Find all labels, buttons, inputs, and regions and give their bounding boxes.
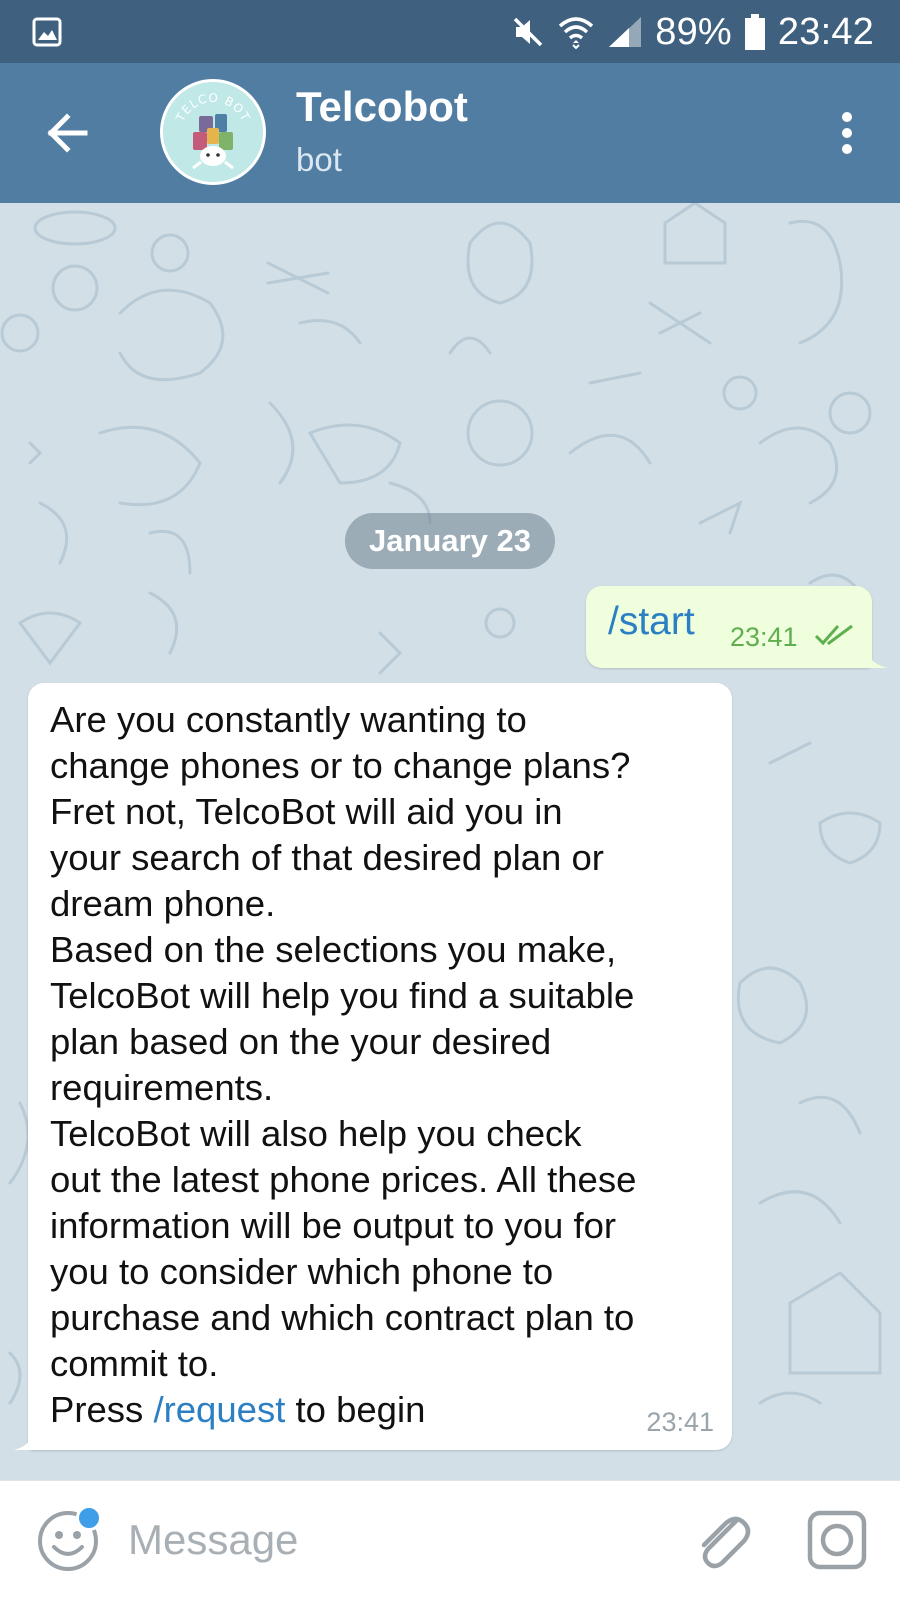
message-composer <box>0 1480 900 1601</box>
outgoing-message-text: /start <box>608 600 695 643</box>
more-options-button[interactable] <box>832 105 862 161</box>
message-input[interactable] <box>128 1507 648 1573</box>
message-line: requirements. <box>50 1067 274 1108</box>
message-line: plan based on the your desired <box>50 1021 552 1062</box>
status-indicators: 89% 23:42 <box>511 8 874 56</box>
back-arrow-icon <box>47 113 88 153</box>
date-separator: January 23 <box>345 513 555 569</box>
message-line: dream phone. <box>50 883 276 924</box>
emoji-badge <box>76 1505 102 1531</box>
message-line: out the latest phone prices. All these <box>50 1159 637 1200</box>
battery-percent: 89% <box>655 10 732 53</box>
outgoing-message-time: 23:41 <box>730 622 798 652</box>
request-command-link[interactable]: /request <box>153 1389 285 1430</box>
camera-icon[interactable] <box>804 1507 870 1573</box>
battery-icon <box>744 14 765 50</box>
double-check-icon <box>814 624 853 646</box>
bot-logo: TELCO BOT <box>173 91 252 170</box>
signal-icon <box>609 17 642 47</box>
outgoing-bubble-tail <box>866 650 888 668</box>
message-line: your search of that desired plan or <box>50 837 604 878</box>
mute-icon <box>514 17 543 47</box>
gallery-notification-icon <box>32 17 62 47</box>
message-list[interactable]: January 23 /start 23:41 Are you constant… <box>0 203 900 1480</box>
message-line: TelcoBot will also help you check <box>50 1113 582 1154</box>
message-line: you to consider which phone to <box>50 1251 554 1292</box>
paperclip-icon[interactable] <box>690 1507 756 1573</box>
press-text: Press <box>50 1389 154 1430</box>
message-line: Based on the selections you make, <box>50 929 617 970</box>
back-button[interactable] <box>32 101 102 165</box>
message-line: TelcoBot will help you find a suitable <box>50 975 635 1016</box>
message-line: information will be output to you for <box>50 1205 617 1246</box>
to-begin-text: to begin <box>285 1389 426 1430</box>
wifi-icon <box>559 17 594 49</box>
chat-subtitle: bot <box>296 141 342 178</box>
incoming-message[interactable]: Are you constantly wanting to change pho… <box>28 683 732 1450</box>
incoming-bubble-tail <box>14 1432 34 1450</box>
more-vert-icon <box>842 112 852 154</box>
chat-title: Telcobot <box>296 83 468 130</box>
incoming-message-time: 23:41 <box>646 1407 714 1437</box>
avatar[interactable]: TELCO BOT <box>160 79 266 185</box>
message-line: purchase and which contract plan to <box>50 1297 635 1338</box>
message-line: Fret not, TelcoBot will aid you in <box>50 791 563 832</box>
status-bar: 89% 23:42 <box>0 0 900 63</box>
message-line: Are you constantly wanting to <box>50 699 527 740</box>
chat-header: TELCO BOT Telcobot bot <box>0 63 900 203</box>
message-line: commit to. <box>50 1343 219 1384</box>
message-line: change phones or to change plans? <box>50 745 631 786</box>
incoming-message-text: Are you constantly wanting to change pho… <box>50 697 720 1433</box>
clock: 23:42 <box>777 10 874 53</box>
outgoing-message[interactable]: /start 23:41 <box>586 586 872 668</box>
message-line-last: Press /request to begin <box>50 1387 720 1433</box>
